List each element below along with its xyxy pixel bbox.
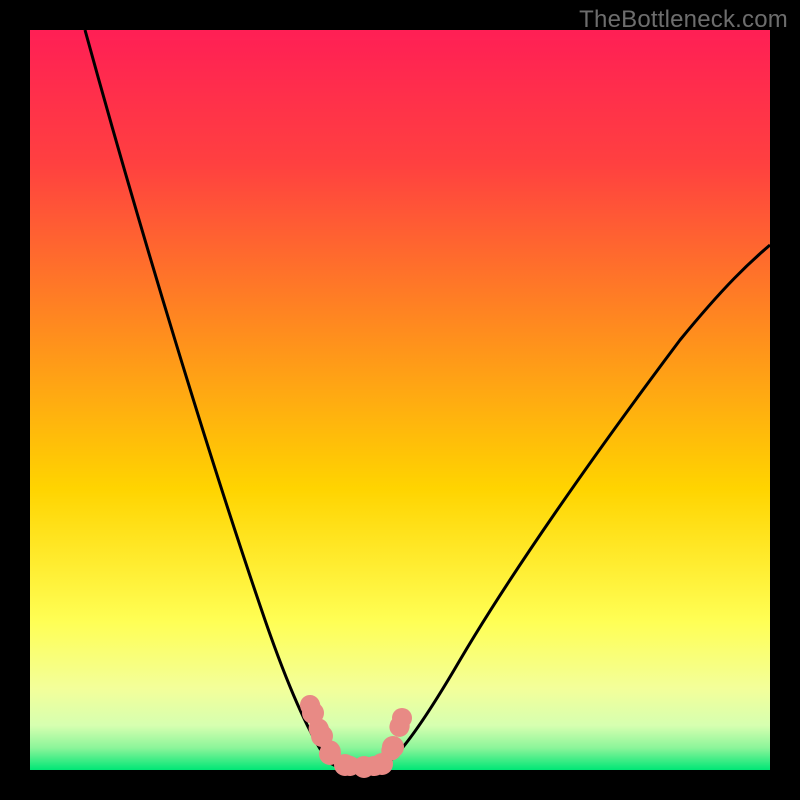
right-curve (385, 245, 770, 765)
chart-frame: TheBottleneck.com (0, 0, 800, 800)
raw-point (334, 754, 356, 776)
raw-point (382, 736, 404, 758)
raw-point (302, 702, 324, 724)
watermark-text: TheBottleneck.com (579, 6, 788, 34)
left-curve (85, 30, 345, 767)
plot-area (30, 30, 770, 770)
curve-layer (30, 30, 770, 770)
raw-point (392, 708, 412, 728)
